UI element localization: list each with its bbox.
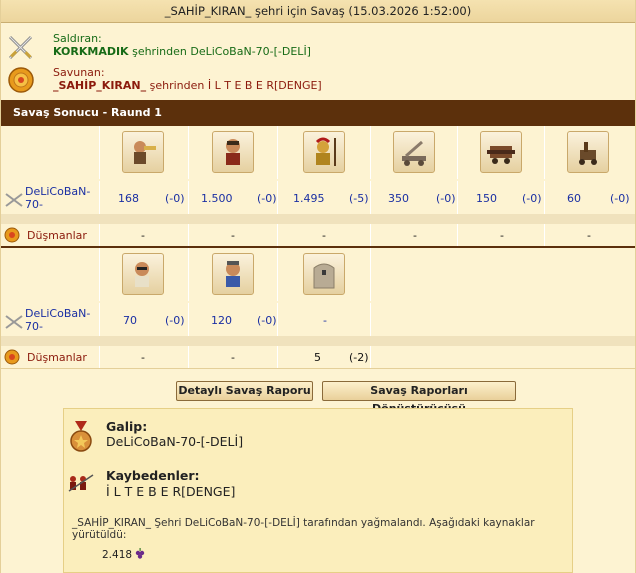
enemy-loss: (-2) bbox=[349, 351, 369, 364]
spacer bbox=[1, 336, 635, 346]
unit-count: 168 bbox=[118, 192, 139, 205]
enemy-value: - bbox=[413, 229, 417, 242]
enemy-value: - bbox=[231, 351, 235, 364]
enemy-value: - bbox=[141, 229, 145, 242]
shield-icon bbox=[4, 349, 20, 365]
medal-icon bbox=[70, 421, 92, 452]
loser-name[interactable]: İ L T E B E R[DENGE] bbox=[106, 484, 235, 499]
spacer bbox=[1, 214, 635, 224]
crossed-swords-icon bbox=[8, 35, 33, 60]
unit-loss: (-0) bbox=[610, 192, 630, 205]
enemy-value: - bbox=[141, 351, 145, 364]
attacker-row-2: DeLiCoBaN-70- 70 (-0) 120 (-0) - bbox=[1, 303, 635, 336]
page-title: _SAHİP_KIRAN_ şehri için Savaş (15.03.20… bbox=[1, 0, 635, 23]
crossed-swords-icon bbox=[5, 193, 23, 207]
defender-role: Savunan: bbox=[53, 66, 105, 79]
unit-count: 60 bbox=[567, 192, 581, 205]
unit-loss: (-0) bbox=[165, 192, 185, 205]
defender-from: şehrinden bbox=[146, 79, 208, 92]
attacker-desc: KORKMADIK şehrinden DeLiCoBaN-70-[-DELİ] bbox=[53, 45, 311, 58]
unit-count: 70 bbox=[123, 314, 137, 327]
slinger-icon bbox=[212, 131, 254, 173]
catapult-icon bbox=[393, 131, 435, 173]
enemy-value: 5 bbox=[314, 351, 321, 364]
unit-count: 350 bbox=[388, 192, 409, 205]
unit-count: 1.495 bbox=[293, 192, 325, 205]
unit-count: 150 bbox=[476, 192, 497, 205]
battering-ram-icon bbox=[480, 131, 522, 173]
unit-count: 120 bbox=[211, 314, 232, 327]
wine-grapes-icon bbox=[135, 548, 145, 559]
unit-loss: (-0) bbox=[257, 314, 277, 327]
detailed-report-button[interactable]: Detaylı Savaş Raporu bbox=[176, 381, 313, 401]
unit-loss: (-0) bbox=[257, 192, 277, 205]
attacker-row-1: DeLiCoBaN-70- 168 (-0) 1.500 (-0) 1.495 … bbox=[1, 181, 635, 214]
shield-icon bbox=[4, 227, 20, 243]
attacker-label[interactable]: DeLiCoBaN-70- bbox=[25, 185, 95, 211]
enemy-value: - bbox=[322, 229, 326, 242]
unit-row-2 bbox=[1, 248, 635, 301]
attacker-player[interactable]: DeLiCoBaN-70-[-DELİ] bbox=[190, 45, 311, 58]
attacker-from: şehrinden bbox=[128, 45, 191, 58]
winner-name[interactable]: DeLiCoBaN-70-[-DELİ] bbox=[106, 434, 243, 449]
round-header: Savaş Sonucu - Raund 1 bbox=[1, 100, 635, 126]
crossed-swords-icon bbox=[5, 315, 23, 329]
unit-loss: (-0) bbox=[522, 192, 542, 205]
doctor-icon bbox=[122, 253, 164, 295]
enemy-label: Düşmanlar bbox=[27, 351, 87, 364]
unit-loss: (-0) bbox=[436, 192, 456, 205]
attacker-role: Saldıran: bbox=[53, 32, 102, 45]
winner-label: Galip: bbox=[106, 419, 148, 434]
wall-icon bbox=[303, 253, 345, 295]
plunder-note: _SAHİP_KIRAN_ Şehri DeLiCoBaN-70-[-DELİ]… bbox=[72, 517, 535, 541]
fallen-soldiers-icon bbox=[68, 474, 94, 492]
defender-city[interactable]: _SAHİP_KIRAN_ bbox=[53, 79, 146, 92]
enemy-value: - bbox=[231, 229, 235, 242]
trumpeter-icon bbox=[122, 131, 164, 173]
attacker-city[interactable]: KORKMADIK bbox=[53, 45, 129, 58]
unit-loss: (-5) bbox=[349, 192, 369, 205]
attacker-label[interactable]: DeLiCoBaN-70- bbox=[25, 307, 95, 333]
unit-loss: (-0) bbox=[165, 314, 185, 327]
report-converter-button[interactable]: Savaş Raporları Dönüştürücüsü bbox=[322, 381, 516, 415]
unit-count: - bbox=[323, 314, 327, 327]
defender-section: Savunan: _SAHİP_KIRAN_ şehrinden İ L T E… bbox=[1, 64, 635, 96]
unit-count: 1.500 bbox=[201, 192, 233, 205]
loser-label: Kaybedenler: bbox=[106, 468, 200, 483]
attacker-section: Saldıran: KORKMADIK şehrinden DeLiCoBaN-… bbox=[1, 30, 635, 62]
enemy-row-2: Düşmanlar - - 5 (-2) bbox=[1, 346, 635, 368]
enemy-value: - bbox=[587, 229, 591, 242]
battle-report: _SAHİP_KIRAN_ şehri için Savaş (15.03.20… bbox=[0, 0, 636, 573]
enemy-value: - bbox=[500, 229, 504, 242]
ballista-icon bbox=[567, 131, 609, 173]
resource-amount: 2.418 bbox=[102, 549, 133, 561]
hoplite-icon bbox=[303, 131, 345, 173]
enemy-label: Düşmanlar bbox=[27, 229, 87, 242]
divider bbox=[1, 368, 635, 369]
defender-desc: _SAHİP_KIRAN_ şehrinden İ L T E B E R[DE… bbox=[53, 79, 322, 92]
result-box: Galip: DeLiCoBaN-70-[-DELİ] Kaybedenler:… bbox=[63, 408, 573, 573]
unit-row-1 bbox=[1, 126, 635, 179]
shield-icon bbox=[8, 67, 34, 93]
defender-player[interactable]: İ L T E B E R[DENGE] bbox=[208, 79, 322, 92]
cook-icon bbox=[212, 253, 254, 295]
enemy-row-1: Düşmanlar - - - - - - bbox=[1, 224, 635, 246]
